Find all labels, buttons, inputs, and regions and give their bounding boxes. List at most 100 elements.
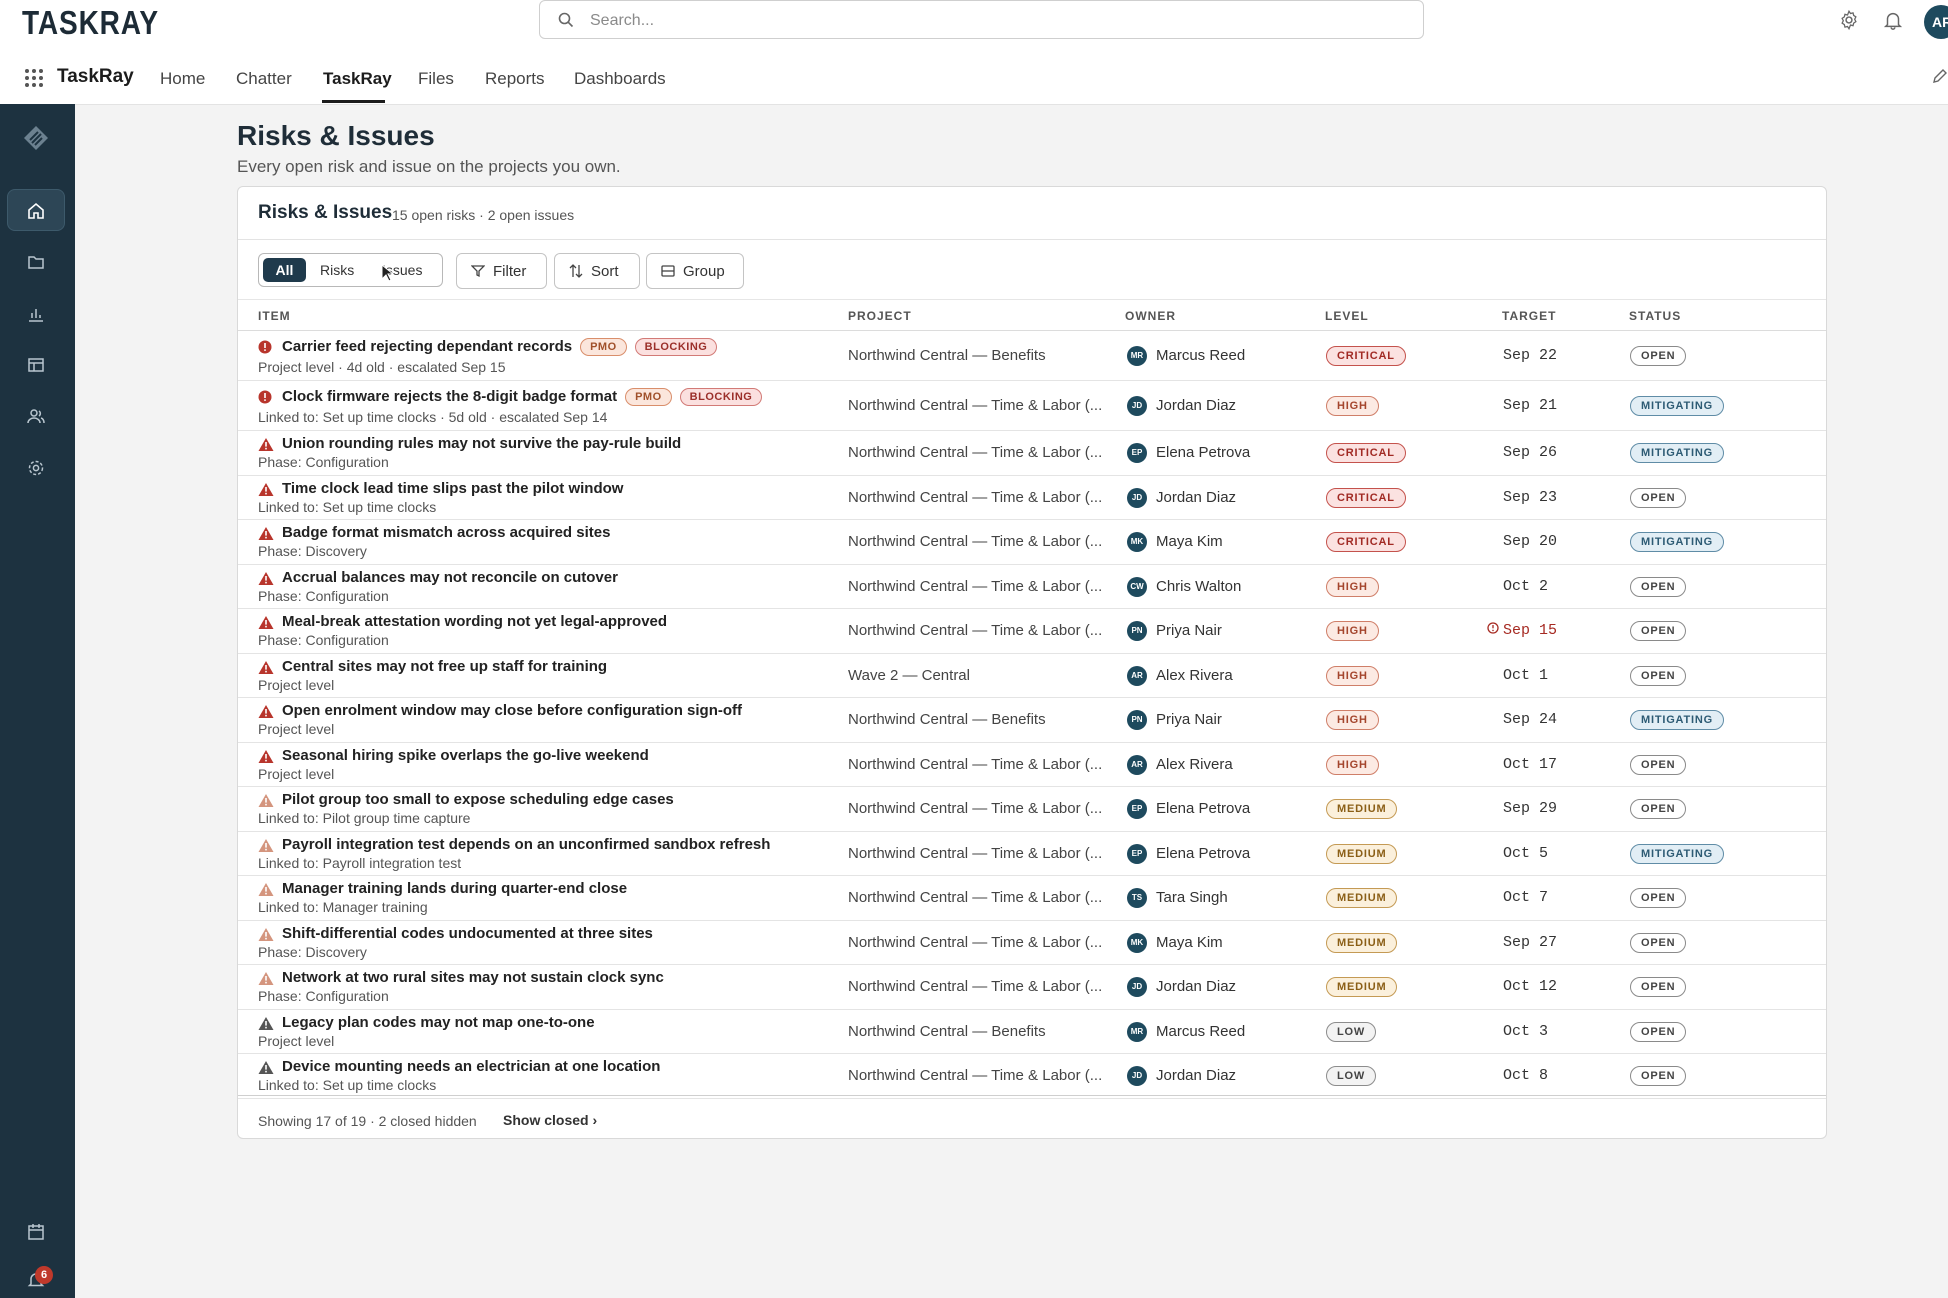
item-title-link[interactable]: Pilot group too small to expose scheduli… <box>282 791 674 808</box>
folder-icon[interactable] <box>22 248 50 276</box>
table-row[interactable]: Payroll integration test depends on an u… <box>238 832 1826 876</box>
project-link[interactable]: Northwind Central — Time & Labor (... <box>848 756 1102 773</box>
sort-button[interactable]: Sort <box>554 253 640 289</box>
column-header-level[interactable]: LEVEL <box>1325 309 1369 323</box>
filter-button[interactable]: Filter <box>456 253 547 289</box>
table-row[interactable]: Network at two rural sites may not susta… <box>238 965 1826 1010</box>
item-title-link[interactable]: Accrual balances may not reconcile on cu… <box>282 569 618 586</box>
item-title-link[interactable]: Clock firmware rejects the 8-digit badge… <box>282 388 763 406</box>
table-row[interactable]: Pilot group too small to expose scheduli… <box>238 787 1826 832</box>
segment-all[interactable]: All <box>263 258 306 282</box>
column-header-project[interactable]: PROJECT <box>848 309 912 323</box>
status-badge[interactable]: MITIGATING <box>1630 843 1724 864</box>
project-link[interactable]: Northwind Central — Time & Labor (... <box>848 978 1102 995</box>
owner-name[interactable]: Alex Rivera <box>1156 667 1233 684</box>
owner-name[interactable]: Maya Kim <box>1156 934 1223 951</box>
logo-icon[interactable] <box>22 124 50 152</box>
table-row[interactable]: Carrier feed rejecting dependant records… <box>238 331 1826 381</box>
item-title-link[interactable]: Network at two rural sites may not susta… <box>282 969 664 986</box>
owner-name[interactable]: Marcus Reed <box>1156 347 1245 364</box>
project-link[interactable]: Northwind Central — Time & Labor (... <box>848 533 1102 550</box>
item-title-link[interactable]: Union rounding rules may not survive the… <box>282 435 681 452</box>
project-link[interactable]: Northwind Central — Time & Labor (... <box>848 622 1102 639</box>
search-input[interactable] <box>588 8 1392 34</box>
status-badge[interactable]: MITIGATING <box>1630 532 1724 553</box>
show-closed-link[interactable]: Show closed › <box>503 1112 597 1128</box>
nav-item-home[interactable]: Home <box>160 69 205 89</box>
gear-icon[interactable] <box>1838 9 1860 31</box>
owner-name[interactable]: Elena Petrova <box>1156 800 1250 817</box>
settings-icon[interactable] <box>22 454 50 482</box>
table-row[interactable]: Meal-break attestation wording not yet l… <box>238 609 1826 654</box>
project-link[interactable]: Northwind Central — Benefits <box>848 347 1046 364</box>
project-link[interactable]: Northwind Central — Time & Labor (... <box>848 489 1102 506</box>
status-badge[interactable]: MITIGATING <box>1630 710 1724 731</box>
table-row[interactable]: Central sites may not free up staff for … <box>238 654 1826 698</box>
item-title-link[interactable]: Seasonal hiring spike overlaps the go-li… <box>282 747 649 764</box>
app-launcher-icon[interactable] <box>24 68 44 88</box>
home-icon[interactable] <box>22 197 50 225</box>
table-row[interactable]: Open enrolment window may close before c… <box>238 698 1826 743</box>
project-link[interactable]: Northwind Central — Time & Labor (... <box>848 934 1102 951</box>
table-row[interactable]: Accrual balances may not reconcile on cu… <box>238 565 1826 609</box>
table-row[interactable]: Legacy plan codes may not map one-to-one… <box>238 1010 1826 1054</box>
project-link[interactable]: Northwind Central — Time & Labor (... <box>848 800 1102 817</box>
item-title-link[interactable]: Open enrolment window may close before c… <box>282 702 742 719</box>
nav-item-chatter[interactable]: Chatter <box>236 69 292 89</box>
nav-item-dashboards[interactable]: Dashboards <box>574 69 666 89</box>
people-icon[interactable] <box>22 402 50 430</box>
project-link[interactable]: Northwind Central — Time & Labor (... <box>848 1067 1102 1084</box>
owner-name[interactable]: Maya Kim <box>1156 533 1223 550</box>
nav-item-files[interactable]: Files <box>418 69 454 89</box>
status-badge[interactable]: OPEN <box>1630 576 1687 597</box>
item-title-link[interactable]: Meal-break attestation wording not yet l… <box>282 613 667 630</box>
owner-name[interactable]: Jordan Diaz <box>1156 397 1236 414</box>
nav-item-taskray[interactable]: TaskRay <box>323 69 392 89</box>
global-search[interactable] <box>539 0 1424 39</box>
item-title-link[interactable]: Carrier feed rejecting dependant records… <box>282 338 718 356</box>
owner-name[interactable]: Chris Walton <box>1156 578 1241 595</box>
bar-chart-icon[interactable] <box>22 300 50 328</box>
item-title-link[interactable]: Device mounting needs an electrician at … <box>282 1058 660 1075</box>
project-link[interactable]: Wave 2 — Central <box>848 667 970 684</box>
table-row[interactable]: Time clock lead time slips past the pilo… <box>238 476 1826 520</box>
status-badge[interactable]: OPEN <box>1630 487 1687 508</box>
project-link[interactable]: Northwind Central — Time & Labor (... <box>848 444 1102 461</box>
table-row[interactable]: Shift-differential codes undocumented at… <box>238 921 1826 965</box>
item-title-link[interactable]: Shift-differential codes undocumented at… <box>282 925 653 942</box>
owner-name[interactable]: Priya Nair <box>1156 711 1222 728</box>
item-title-link[interactable]: Time clock lead time slips past the pilo… <box>282 480 623 497</box>
project-link[interactable]: Northwind Central — Time & Labor (... <box>848 889 1102 906</box>
segment-risks[interactable]: Risks <box>320 262 354 278</box>
status-badge[interactable]: OPEN <box>1630 932 1687 953</box>
brand-logo[interactable]: TASKRAY <box>22 4 159 42</box>
table-row[interactable]: Badge format mismatch across acquired si… <box>238 520 1826 565</box>
status-badge[interactable]: MITIGATING <box>1630 443 1724 464</box>
table-icon[interactable] <box>22 351 50 379</box>
status-badge[interactable]: OPEN <box>1630 799 1687 820</box>
status-badge[interactable]: OPEN <box>1630 754 1687 775</box>
owner-name[interactable]: Marcus Reed <box>1156 1023 1245 1040</box>
project-link[interactable]: Northwind Central — Time & Labor (... <box>848 578 1102 595</box>
table-row[interactable]: Clock firmware rejects the 8-digit badge… <box>238 381 1826 431</box>
nav-item-reports[interactable]: Reports <box>485 69 545 89</box>
group-button[interactable]: Group <box>646 253 744 289</box>
column-header-target[interactable]: TARGET <box>1502 309 1556 323</box>
owner-name[interactable]: Elena Petrova <box>1156 444 1250 461</box>
owner-name[interactable]: Priya Nair <box>1156 622 1222 639</box>
status-badge[interactable]: OPEN <box>1630 977 1687 998</box>
project-link[interactable]: Northwind Central — Benefits <box>848 711 1046 728</box>
table-row[interactable]: Manager training lands during quarter-en… <box>238 876 1826 921</box>
edit-nav-icon[interactable] <box>1932 68 1948 84</box>
column-header-status[interactable]: STATUS <box>1629 309 1681 323</box>
owner-name[interactable]: Tara Singh <box>1156 889 1228 906</box>
status-badge[interactable]: OPEN <box>1630 621 1687 642</box>
item-title-link[interactable]: Badge format mismatch across acquired si… <box>282 524 610 541</box>
owner-name[interactable]: Elena Petrova <box>1156 845 1250 862</box>
status-badge[interactable]: MITIGATING <box>1630 396 1724 416</box>
status-badge[interactable]: OPEN <box>1630 665 1687 686</box>
status-badge[interactable]: OPEN <box>1630 346 1687 366</box>
item-title-link[interactable]: Payroll integration test depends on an u… <box>282 836 770 853</box>
owner-name[interactable]: Jordan Diaz <box>1156 489 1236 506</box>
owner-name[interactable]: Jordan Diaz <box>1156 978 1236 995</box>
